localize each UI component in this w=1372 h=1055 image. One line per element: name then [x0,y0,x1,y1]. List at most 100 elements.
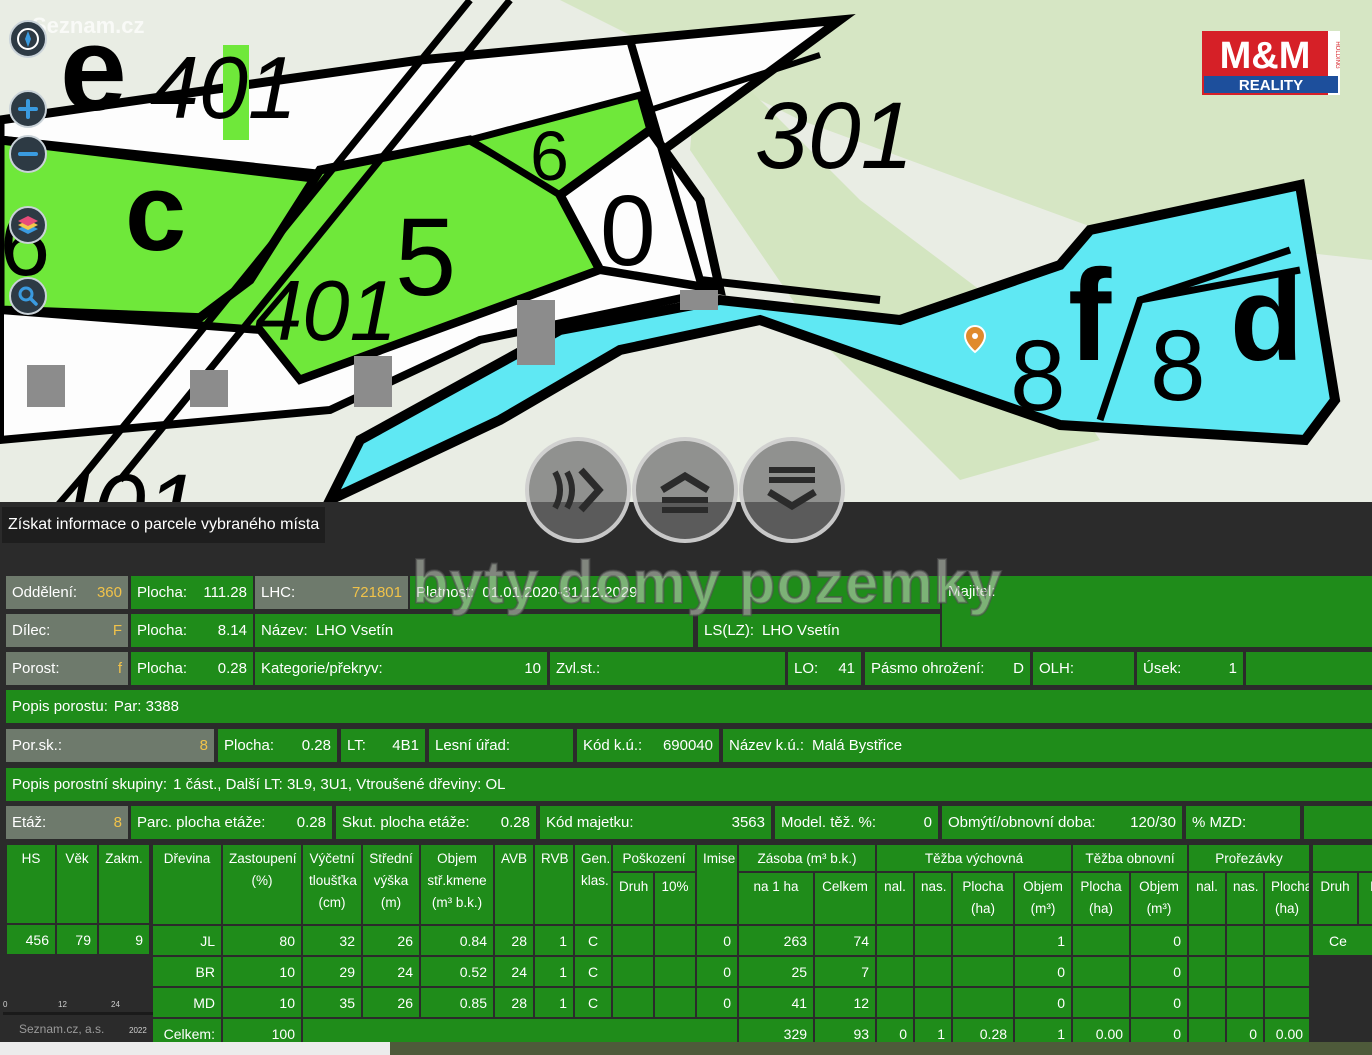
kod-majetku-cell: Kód majetku: 3563 [540,806,771,839]
expand-down-button[interactable] [739,437,845,543]
next-icon [552,467,604,513]
porost-value: f [117,660,122,677]
tv-nas-header: nas. [913,871,954,926]
pasmo-cell: Pásmo ohrožení: D [865,652,1030,685]
popis-porostu-label: Popis porostu: [12,698,108,715]
next-button[interactable] [525,437,631,543]
empty-cell [875,924,916,957]
majitel-label: Majitel: [948,583,996,600]
etaz-label: Etáž: [12,814,47,831]
empty-cell [1225,924,1266,957]
oddeleni-label: Oddělení: [12,584,78,601]
empty-cell [1225,955,1266,988]
obmyti-value: 120/30 [1130,814,1176,831]
to-plocha-header: Plocha (ha) [1071,871,1132,926]
empty-cell [611,986,655,1019]
zasoba-na1ha-header: na 1 ha [737,871,816,926]
map-scale: 0 12 24 Seznam.cz, a.s. 2022 [3,1000,153,1042]
lesni-urad-cell: Lesní úřad: [429,729,573,762]
gen-cell: C [573,924,613,957]
empty-cell [951,924,1016,957]
parcel-info-button[interactable]: Získat informace o parcele vybraného mís… [2,507,326,543]
empty-cell [875,955,916,988]
nazev-ku-value: Malá Bystřice [812,737,903,754]
olh-label: OLH: [1039,660,1075,677]
usek-value: 1 [1228,660,1237,677]
table-row: BR 10 29 24 0.52 24 1 C 0 25 7 0 0 [151,955,1312,988]
celkem-cell: 12 [813,986,878,1019]
skut-plocha-value: 0.28 [500,814,530,831]
dilec-plocha-cell: Plocha: 8.14 [131,614,253,647]
brand-logo-mm: M&M [1220,35,1311,77]
rvb-cell: 1 [533,986,575,1019]
kod-majetku-label: Kód majetku: [546,814,634,831]
expand-down-icon [767,467,817,511]
scale-footer: Seznam.cz, a.s. [19,1022,105,1036]
lo-label: LO: [794,660,819,677]
tv-objem-cell: 0 [1013,986,1074,1019]
na1ha-cell: 263 [737,924,816,957]
hs-table: HS Věk Zakm. 456 79 9 [5,843,151,956]
empty-cell [652,924,698,957]
map-label-f: f [1068,242,1112,388]
platnost-label: Platnost: [416,584,475,601]
imise-cell: 0 [695,986,740,1019]
map-label-401-bottom: 401 [40,455,199,502]
popis-skupiny-cell: Popis porostní skupiny: 1 část., Další L… [6,768,1372,801]
popis-porostu-cell: Popis porostu: Par: 3388 [6,690,1372,723]
skut-plocha-cell: Skut. plocha etáže: 0.28 [336,806,536,839]
popis-skupiny-label: Popis porostní skupiny: [12,776,168,793]
empty-cell [611,924,655,957]
row3-empty-cell [1246,652,1372,685]
nazev-label: Název: [261,622,308,639]
etaz-value: 8 [113,814,122,831]
layers-icon[interactable] [9,206,47,244]
forest-map[interactable]: e 401 c 6 401 5 6 0 301 401 f 8 8 d Sezn… [0,0,1372,502]
vyska-cell: 26 [361,924,421,957]
gen-cell: C [573,955,613,988]
model-tez-label: Model. těž. %: [781,814,877,831]
dilec-cell: Dílec: F [6,614,128,647]
kod-ku-label: Kód k.ú.: [583,737,643,754]
zoom-out-icon[interactable] [9,135,47,173]
poskozeni-10-header: 10% [652,871,698,926]
empty-cell [913,955,954,988]
cut-header: Z [1311,843,1372,873]
nazev-ku-label: Název k.ú.: [729,737,805,754]
oddeleni-plocha-value: 111.28 [203,584,247,601]
kategorie-label: Kategorie/překryv: [261,660,383,677]
prorezavky-header: Prořezávky [1187,843,1312,873]
pr-nas-header: nas. [1225,871,1266,926]
empty-cell [1071,924,1132,957]
tezba-vychovna-header: Těžba výchovná [875,843,1074,873]
avb-cell: 28 [493,986,535,1019]
collapse-up-button[interactable] [632,437,738,543]
rvb-header: RVB [533,843,575,926]
avb-header: AVB [493,843,535,926]
lt-value: 4B1 [392,737,419,754]
empty-cell [1187,986,1228,1019]
compass-icon[interactable] [9,20,47,58]
table-row: MD 10 35 26 0.85 28 1 C 0 41 12 0 0 [151,986,1312,1019]
lhc-label: LHC: [261,584,296,601]
species-table: Dřevina Zastoupení (%) Výčetní tloušťka (cm… [151,843,1312,1050]
dilec-plocha-value: 8.14 [217,622,247,639]
empty-cell [1225,986,1266,1019]
collapse-up-icon [660,471,710,513]
zastoupeni-header: Zastoupení (%) [221,843,303,926]
zastoupeni-cell: 10 [221,986,303,1019]
drevina-cell: MD [151,986,223,1019]
pr-nal-header: nal. [1187,871,1228,926]
gen-header: Gen. klas. [573,843,613,926]
parc-plocha-value: 0.28 [296,814,326,831]
poskozeni-druh-header: Druh [611,871,655,926]
imise-header: Imise [695,843,740,926]
vyska-cell: 26 [361,986,421,1019]
magnify-icon[interactable] [9,277,47,315]
lt-cell: LT: 4B1 [341,729,425,762]
kategorie-value: 10 [524,660,541,677]
zoom-in-icon[interactable] [9,90,47,128]
dilec-label: Dílec: [12,622,51,639]
usek-cell: Úsek: 1 [1137,652,1243,685]
objem-cell: 0.85 [419,986,495,1019]
